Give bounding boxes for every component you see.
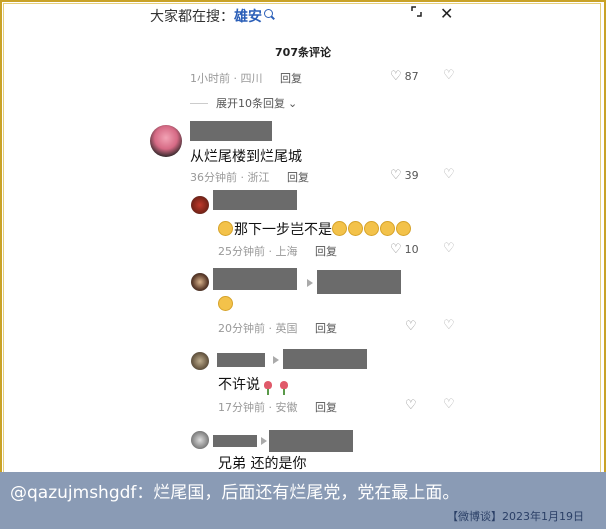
caption-banner: @qazujmshgdf：烂尾国，后面还有烂尾党，党在最上面。 【微博谈】202… <box>0 472 606 529</box>
redacted-username <box>317 270 401 294</box>
reply-button[interactable]: 回复 <box>280 72 302 85</box>
emoji-icon <box>218 296 233 311</box>
hot-search-bar[interactable]: 大家都在搜：雄安 <box>150 6 273 26</box>
redacted-username <box>213 435 257 447</box>
comment-meta: 17分钟前 · 安徽 回复 <box>218 399 337 415</box>
avatar[interactable] <box>150 125 182 157</box>
caption-date: 【微博谈】2023年1月19日 <box>447 510 584 523</box>
redacted-username <box>213 190 297 210</box>
emoji-icon <box>380 221 395 236</box>
comment-text: 那下一步岂不是 <box>234 222 332 238</box>
hot-search-keyword[interactable]: 雄安 <box>234 9 262 25</box>
emoji-icon <box>364 221 379 236</box>
comment-time: 20分钟前 <box>218 322 265 335</box>
comment-text: 兄弟 还的是你 <box>218 456 307 472</box>
heart-icon: ♡ <box>405 319 417 334</box>
collapse-icon[interactable] <box>411 6 422 17</box>
reply-button[interactable]: 回复 <box>315 401 337 414</box>
dot-separator: · <box>240 171 245 184</box>
rose-icon <box>280 381 288 395</box>
emoji-icon <box>218 221 233 236</box>
comment-location: 浙江 <box>247 171 270 184</box>
expand-replies-label: 展开10条回复 <box>216 97 285 110</box>
comment-count-title: 707条评论 <box>275 46 331 59</box>
avatar[interactable] <box>191 431 209 449</box>
redacted-username <box>190 121 272 141</box>
hot-search-prefix: 大家都在搜： <box>150 9 234 25</box>
comment-text: 从烂尾楼到烂尾城 <box>190 149 302 165</box>
dislike-icon[interactable]: ♡ <box>443 318 455 333</box>
redacted-username <box>217 353 265 367</box>
like-button[interactable]: ♡ 10 <box>390 242 419 257</box>
comment-meta: 20分钟前 · 英国 回复 <box>218 320 337 336</box>
crying-emoji-icon <box>332 221 347 236</box>
heart-icon: ♡ <box>390 69 402 84</box>
like-button[interactable]: ♡ 87 <box>390 69 419 84</box>
like-count: 10 <box>404 243 419 256</box>
comment-location: 四川 <box>240 72 263 85</box>
reply-button[interactable]: 回复 <box>315 245 337 258</box>
reply-to-arrow-icon <box>261 437 267 445</box>
dislike-icon[interactable]: ♡ <box>443 397 455 412</box>
comment-meta: 36分钟前 · 浙江 回复 <box>190 169 309 185</box>
search-icon <box>264 9 273 18</box>
comment-location: 上海 <box>275 245 298 258</box>
like-count: 39 <box>404 169 419 182</box>
dot-separator: · <box>268 245 273 258</box>
caption-text: @qazujmshgdf：烂尾国，后面还有烂尾党，党在最上面。 <box>10 483 460 503</box>
comment-body: 不许说 <box>218 374 288 395</box>
reply-button[interactable]: 回复 <box>287 171 309 184</box>
dislike-icon[interactable]: ♡ <box>443 68 455 83</box>
heart-icon: ♡ <box>390 242 402 257</box>
reply-to-arrow-icon <box>307 279 313 287</box>
emoji-icon <box>396 221 411 236</box>
divider-line <box>190 102 208 104</box>
avatar[interactable] <box>191 352 209 370</box>
avatar[interactable] <box>191 273 209 291</box>
chevron-down-icon: ⌄ <box>288 96 298 110</box>
dislike-icon[interactable]: ♡ <box>443 241 455 256</box>
comment-time: 36分钟前 <box>190 171 237 184</box>
avatar[interactable] <box>191 196 209 214</box>
like-button[interactable]: ♡ 39 <box>390 168 419 183</box>
comment-meta: 1小时前 · 四川 回复 <box>190 70 302 86</box>
close-icon[interactable]: ✕ <box>440 4 453 23</box>
like-count: 87 <box>404 70 419 83</box>
comment-text: 不许说 <box>218 377 260 393</box>
dislike-icon[interactable]: ♡ <box>443 167 455 182</box>
heart-icon: ♡ <box>405 398 417 413</box>
reply-to-arrow-icon <box>273 356 279 364</box>
comment-location: 英国 <box>275 322 298 335</box>
comment-meta: 25分钟前 · 上海 回复 <box>218 243 337 259</box>
heart-icon: ♡ <box>390 168 402 183</box>
redacted-username <box>213 268 297 290</box>
comment-location: 安徽 <box>275 401 298 414</box>
dot-separator: · <box>268 401 273 414</box>
dot-separator: · <box>233 72 238 85</box>
reply-button[interactable]: 回复 <box>315 322 337 335</box>
redacted-username <box>283 349 367 369</box>
expand-replies[interactable]: 展开10条回复 ⌄ <box>190 95 297 111</box>
like-button[interactable]: ♡ <box>405 319 417 334</box>
rose-icon <box>264 381 272 395</box>
like-button[interactable]: ♡ <box>405 398 417 413</box>
comment-time: 25分钟前 <box>218 245 265 258</box>
comment-body <box>218 296 234 313</box>
dot-separator: · <box>268 322 273 335</box>
comment-time: 17分钟前 <box>218 401 265 414</box>
redacted-username <box>269 430 353 452</box>
comment-body: 那下一步岂不是 <box>218 219 412 239</box>
emoji-icon <box>348 221 363 236</box>
comment-time: 1小时前 <box>190 72 230 85</box>
